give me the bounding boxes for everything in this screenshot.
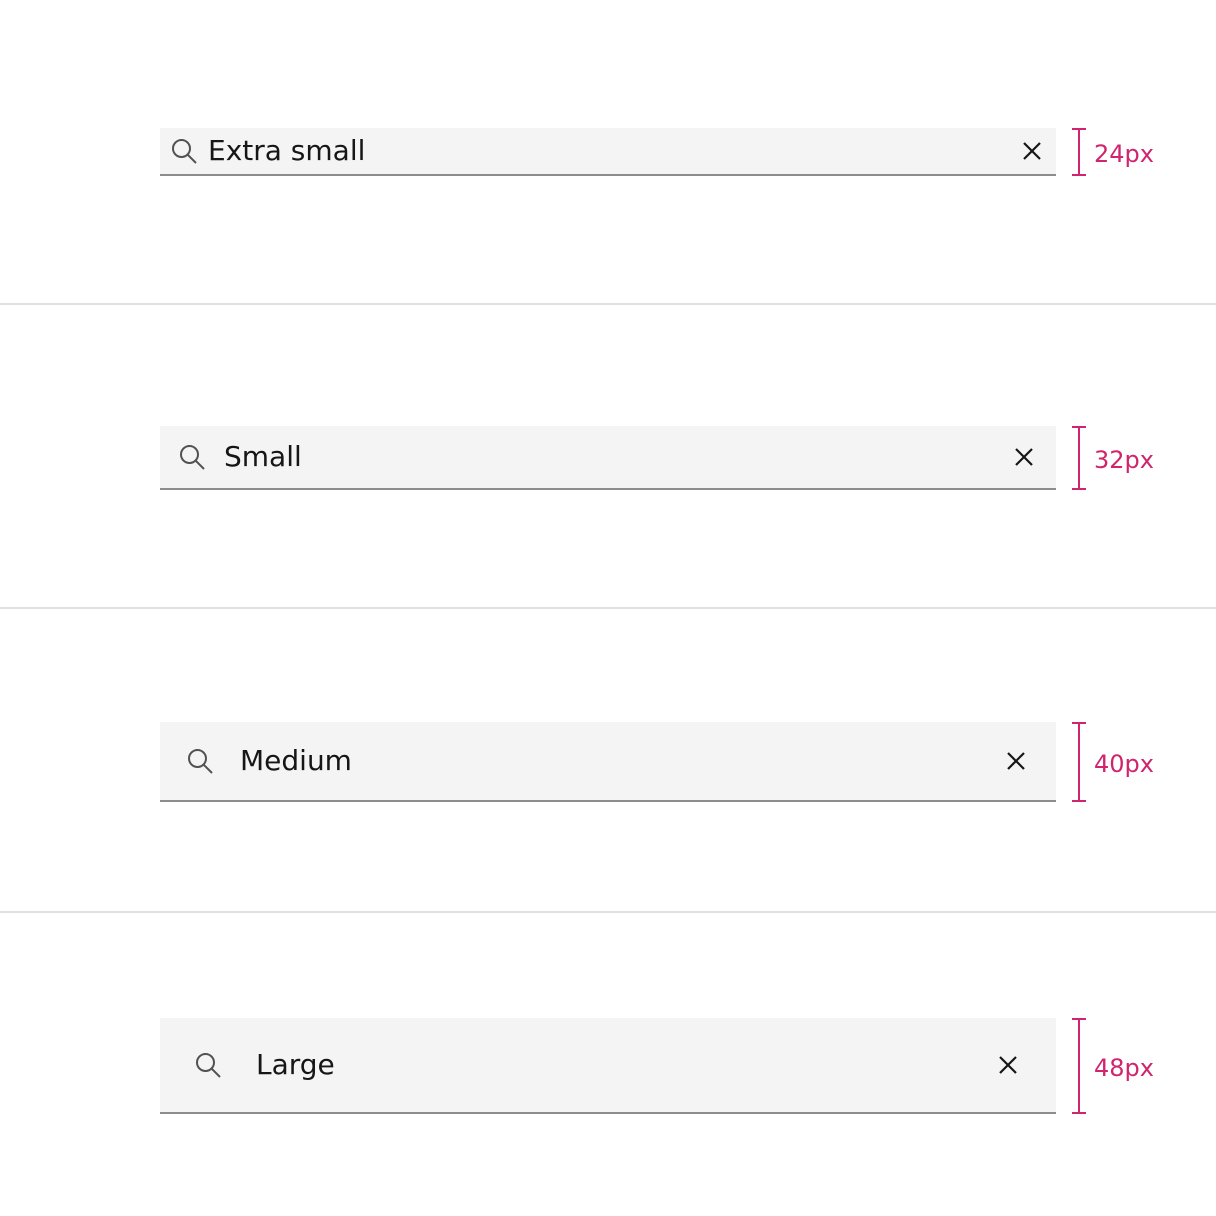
search-input-value[interactable]: Medium: [240, 747, 352, 775]
height-measure-label: 40px: [1094, 750, 1154, 778]
close-icon[interactable]: [1022, 141, 1042, 161]
search-field-large[interactable]: Large: [160, 1018, 1056, 1114]
search-icon: [172, 139, 197, 164]
section-divider: [0, 607, 1216, 609]
height-measure-label: 48px: [1094, 1054, 1154, 1082]
close-icon[interactable]: [1014, 447, 1034, 467]
search-field-extra-small[interactable]: Extra small: [160, 128, 1056, 176]
height-measure-label: 32px: [1094, 446, 1154, 474]
search-field-small[interactable]: Small: [160, 426, 1056, 490]
section-divider: [0, 911, 1216, 913]
search-icon: [180, 445, 205, 470]
height-measure-bracket: [1072, 128, 1086, 176]
close-icon[interactable]: [998, 1055, 1018, 1075]
search-input-value[interactable]: Extra small: [208, 137, 365, 165]
search-icon: [196, 1053, 221, 1078]
height-measure-label: 24px: [1094, 140, 1154, 168]
height-measure-bracket: [1072, 1018, 1086, 1114]
height-measure-bracket: [1072, 722, 1086, 802]
search-input-value[interactable]: Large: [256, 1051, 335, 1079]
search-field-medium[interactable]: Medium: [160, 722, 1056, 802]
section-divider: [0, 303, 1216, 305]
search-input-value[interactable]: Small: [224, 443, 302, 471]
search-icon: [188, 749, 213, 774]
close-icon[interactable]: [1006, 751, 1026, 771]
height-measure-bracket: [1072, 426, 1086, 490]
